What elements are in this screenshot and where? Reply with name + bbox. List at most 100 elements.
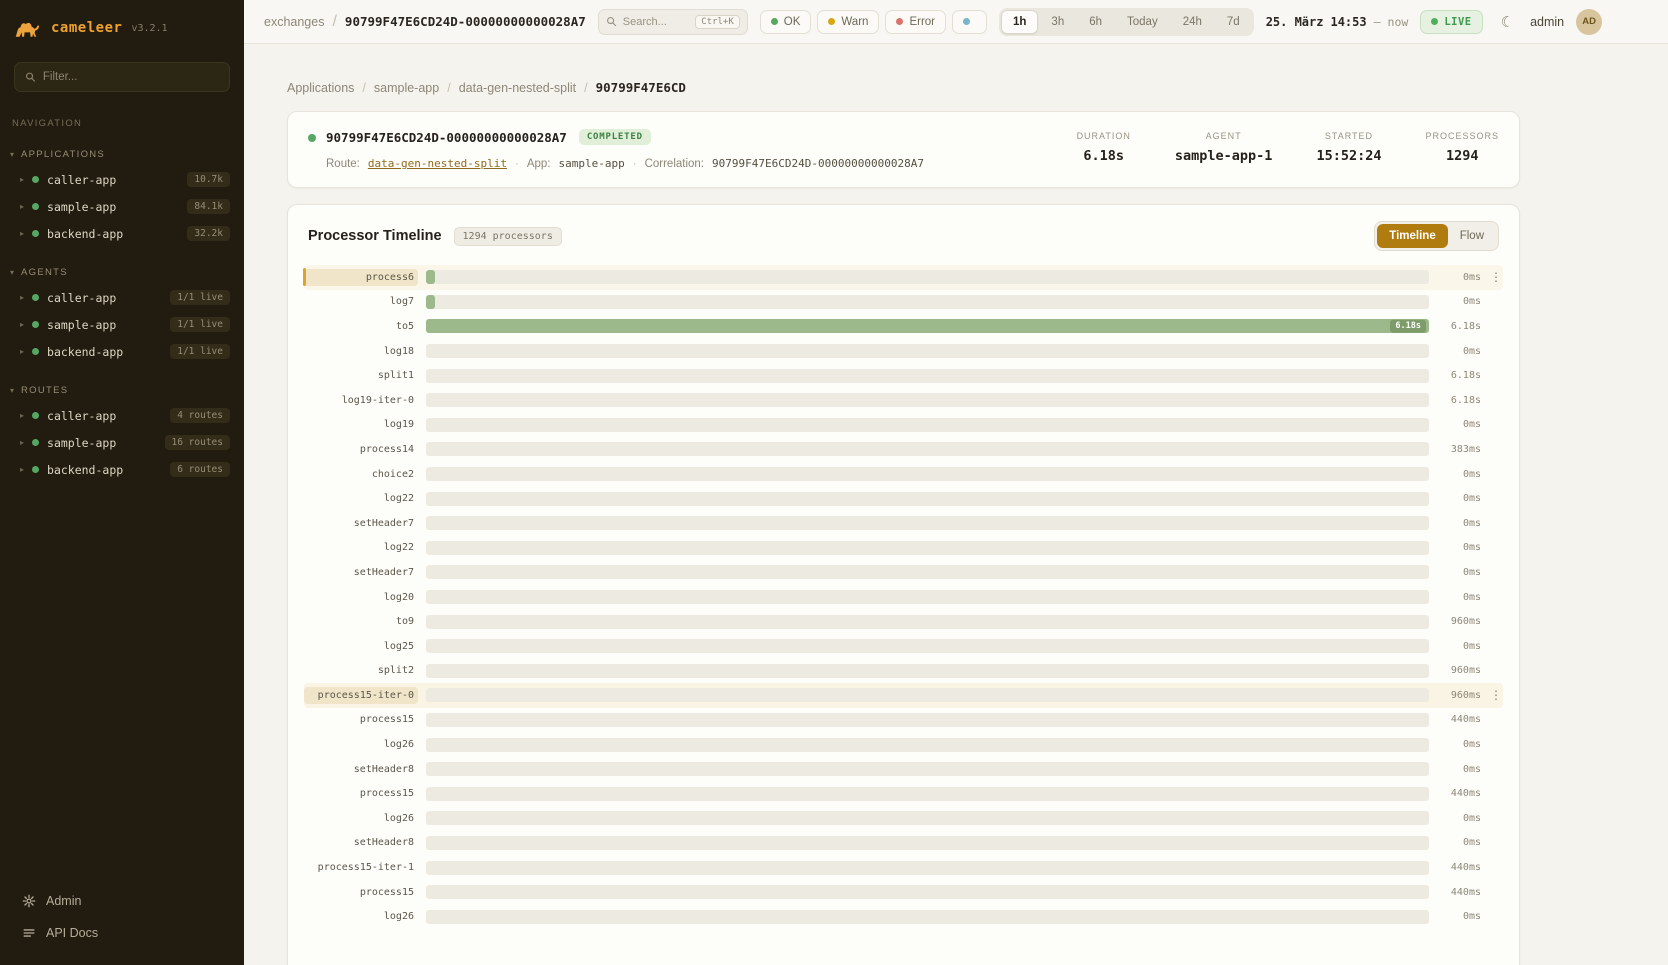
- timeline-row[interactable]: log19-iter-0 6.18s ⋮: [304, 388, 1503, 413]
- timeline-row[interactable]: to9 960ms ⋮: [304, 609, 1503, 634]
- timeline-row[interactable]: log26 0ms ⋮: [304, 732, 1503, 757]
- sidebar-filter[interactable]: [14, 62, 230, 92]
- chevron-right-icon[interactable]: ▸: [20, 229, 24, 238]
- timeline-row[interactable]: split1 6.18s ⋮: [304, 363, 1503, 388]
- timeline-row[interactable]: process15 440ms ⋮: [304, 880, 1503, 905]
- timeline-row[interactable]: log18 0ms ⋮: [304, 339, 1503, 364]
- search-input[interactable]: [623, 16, 689, 28]
- chevron-right-icon[interactable]: ▸: [20, 438, 24, 447]
- duration-value: 0ms: [1437, 911, 1481, 922]
- timeline-row[interactable]: log26 0ms ⋮: [304, 904, 1503, 929]
- status-filter-pill[interactable]: Error: [885, 10, 946, 34]
- processor-name: log19: [380, 416, 418, 433]
- breadcrumb-segment[interactable]: data-gen-nested-split: [459, 81, 576, 95]
- view-toggle-button[interactable]: Timeline: [1377, 224, 1447, 248]
- now-label: now: [1388, 15, 1409, 29]
- section-header-agents[interactable]: ▾ AGENTS: [0, 263, 244, 284]
- timeline-row[interactable]: to5 6.18s 6.18s ⋮: [304, 314, 1503, 339]
- app-version: v3.2.1: [131, 23, 167, 34]
- timeline-row[interactable]: setHeader8 0ms ⋮: [304, 757, 1503, 782]
- timeline-row[interactable]: log26 0ms ⋮: [304, 806, 1503, 831]
- route-link[interactable]: data-gen-nested-split: [368, 157, 507, 170]
- section-header-routes[interactable]: ▾ ROUTES: [0, 381, 244, 402]
- timeline-row[interactable]: setHeader7 0ms ⋮: [304, 511, 1503, 536]
- admin-link[interactable]: Admin: [14, 885, 230, 917]
- sidebar-item-badge: 4 routes: [170, 408, 230, 423]
- status-badge: COMPLETED: [579, 129, 651, 145]
- chevron-right-icon[interactable]: ▸: [20, 175, 24, 184]
- timeline-row[interactable]: process15 440ms ⋮: [304, 781, 1503, 806]
- timeline-row[interactable]: log22 0ms ⋮: [304, 536, 1503, 561]
- processor-name: choice2: [368, 466, 418, 483]
- chevron-right-icon[interactable]: ▸: [20, 293, 24, 302]
- sidebar-filter-input[interactable]: [43, 71, 219, 83]
- duration-track: [426, 467, 1429, 481]
- timeline-row[interactable]: setHeader8 0ms ⋮: [304, 831, 1503, 856]
- stat-value: 15:52:24: [1316, 148, 1381, 164]
- breadcrumb-exchanges[interactable]: exchanges: [264, 15, 324, 29]
- chevron-right-icon[interactable]: ▸: [20, 411, 24, 420]
- chevron-right-icon[interactable]: ▸: [20, 347, 24, 356]
- status-filter-pill[interactable]: [952, 10, 987, 34]
- view-toggle-button[interactable]: Flow: [1448, 224, 1496, 248]
- sidebar-item-application[interactable]: ▸ sample-app 84.1k: [0, 193, 244, 220]
- timeline-row[interactable]: log19 0ms ⋮: [304, 413, 1503, 438]
- duration-track: [426, 910, 1429, 924]
- duration-track: [426, 836, 1429, 850]
- sidebar-item-route[interactable]: ▸ caller-app 4 routes: [0, 402, 244, 429]
- user-avatar[interactable]: AD: [1576, 9, 1602, 35]
- timeline-row[interactable]: setHeader7 0ms ⋮: [304, 560, 1503, 585]
- sidebar-item-agent[interactable]: ▸ backend-app 1/1 live: [0, 338, 244, 365]
- slash-separator: /: [332, 13, 336, 31]
- sidebar-item-agent[interactable]: ▸ caller-app 1/1 live: [0, 284, 244, 311]
- status-filter-pill[interactable]: OK: [760, 10, 812, 34]
- timeline-row[interactable]: choice2 0ms ⋮: [304, 462, 1503, 487]
- breadcrumb-segment[interactable]: sample-app: [374, 81, 439, 95]
- row-kebab-menu-icon[interactable]: ⋮: [1489, 688, 1503, 702]
- timeline-row[interactable]: process6 0ms ⋮: [304, 265, 1503, 290]
- time-window-display[interactable]: 25. März 14:53 — now: [1266, 15, 1409, 29]
- time-range-button[interactable]: 6h: [1077, 10, 1114, 34]
- breadcrumb-segment[interactable]: Applications: [287, 81, 354, 95]
- timeline-row[interactable]: process14 383ms ⋮: [304, 437, 1503, 462]
- sidebar-item-badge: 10.7k: [187, 172, 230, 187]
- sidebar-item-label: backend-app: [47, 345, 123, 359]
- sidebar-item-application[interactable]: ▸ caller-app 10.7k: [0, 166, 244, 193]
- timeline-row[interactable]: split2 960ms ⋮: [304, 659, 1503, 684]
- timeline-row[interactable]: log25 0ms ⋮: [304, 634, 1503, 659]
- sidebar-item-route[interactable]: ▸ sample-app 16 routes: [0, 429, 244, 456]
- sidebar-item-agent[interactable]: ▸ sample-app 1/1 live: [0, 311, 244, 338]
- timeline-row[interactable]: process15-iter-0 960ms ⋮: [304, 683, 1503, 708]
- sidebar-item-route[interactable]: ▸ backend-app 6 routes: [0, 456, 244, 483]
- exchange-meta: Route: data-gen-nested-split · App: samp…: [326, 157, 924, 170]
- chevron-right-icon[interactable]: ▸: [20, 465, 24, 474]
- section-header-applications[interactable]: ▾ APPLICATIONS: [0, 145, 244, 166]
- live-toggle[interactable]: LIVE: [1420, 10, 1482, 34]
- status-filter-pill[interactable]: Warn: [817, 10, 879, 34]
- sidebar-item-label: sample-app: [47, 436, 116, 450]
- processor-name: log26: [380, 736, 418, 753]
- processor-timeline-card: Processor Timeline 1294 processors Timel…: [287, 204, 1520, 965]
- theme-toggle-moon-icon[interactable]: ☾: [1501, 13, 1514, 31]
- row-kebab-menu-icon[interactable]: ⋮: [1489, 270, 1503, 284]
- time-range-button[interactable]: 1h: [1001, 10, 1038, 34]
- time-range-button[interactable]: Today: [1115, 10, 1170, 34]
- processor-name: log20: [380, 589, 418, 606]
- time-range-button[interactable]: 7d: [1215, 10, 1252, 34]
- global-search[interactable]: Ctrl+K: [598, 9, 748, 35]
- time-range-button[interactable]: 3h: [1039, 10, 1076, 34]
- chevron-right-icon[interactable]: ▸: [20, 320, 24, 329]
- duration-value: 0ms: [1437, 739, 1481, 750]
- timeline-row[interactable]: log22 0ms ⋮: [304, 486, 1503, 511]
- timeline-row[interactable]: log7 0ms ⋮: [304, 290, 1503, 315]
- timeline-row[interactable]: process15 440ms ⋮: [304, 708, 1503, 733]
- timeline-row[interactable]: process15-iter-1 440ms ⋮: [304, 855, 1503, 880]
- api-docs-link[interactable]: API Docs: [14, 917, 230, 949]
- chevron-right-icon[interactable]: ▸: [20, 202, 24, 211]
- time-range-button[interactable]: 24h: [1171, 10, 1214, 34]
- sidebar-item-label: sample-app: [47, 200, 116, 214]
- app-logo[interactable]: cameleer v3.2.1: [0, 0, 244, 56]
- timeline-row[interactable]: log20 0ms ⋮: [304, 585, 1503, 610]
- section-title: APPLICATIONS: [21, 149, 105, 160]
- sidebar-item-application[interactable]: ▸ backend-app 32.2k: [0, 220, 244, 247]
